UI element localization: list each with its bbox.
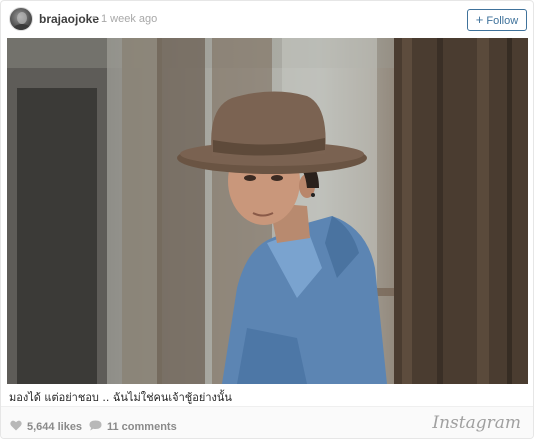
- comments-count: 11 comments: [107, 421, 177, 433]
- follow-label: Follow: [486, 15, 519, 27]
- likes-count: 5,644 likes: [27, 421, 83, 433]
- comments-info[interactable]: 11 comments: [89, 418, 177, 436]
- separator-dot: •: [92, 12, 96, 24]
- username-link[interactable]: brajaojoke: [39, 12, 99, 26]
- plus-icon: +: [475, 12, 484, 27]
- post-header: brajaojoke • 1 week ago + Follow: [1, 1, 533, 39]
- post-photo[interactable]: [7, 38, 528, 384]
- instagram-embed: brajaojoke • 1 week ago + Follow มองได้ …: [0, 0, 534, 439]
- likes-info[interactable]: 5,644 likes: [10, 418, 82, 436]
- comment-bubble-icon: [89, 418, 102, 436]
- heart-icon: [10, 418, 22, 436]
- avatar[interactable]: [9, 7, 33, 31]
- photo-illustration: [7, 38, 528, 384]
- post-footer: 5,644 likes 11 comments Instagram: [1, 406, 533, 438]
- instagram-logo[interactable]: Instagram: [432, 413, 521, 433]
- post-caption: มองได้ แต่อย่าชอบ .. ฉันไม่ใช่คนเจ้าชู้อ…: [9, 391, 232, 404]
- follow-button[interactable]: + Follow: [467, 9, 527, 31]
- post-timestamp[interactable]: 1 week ago: [101, 13, 157, 25]
